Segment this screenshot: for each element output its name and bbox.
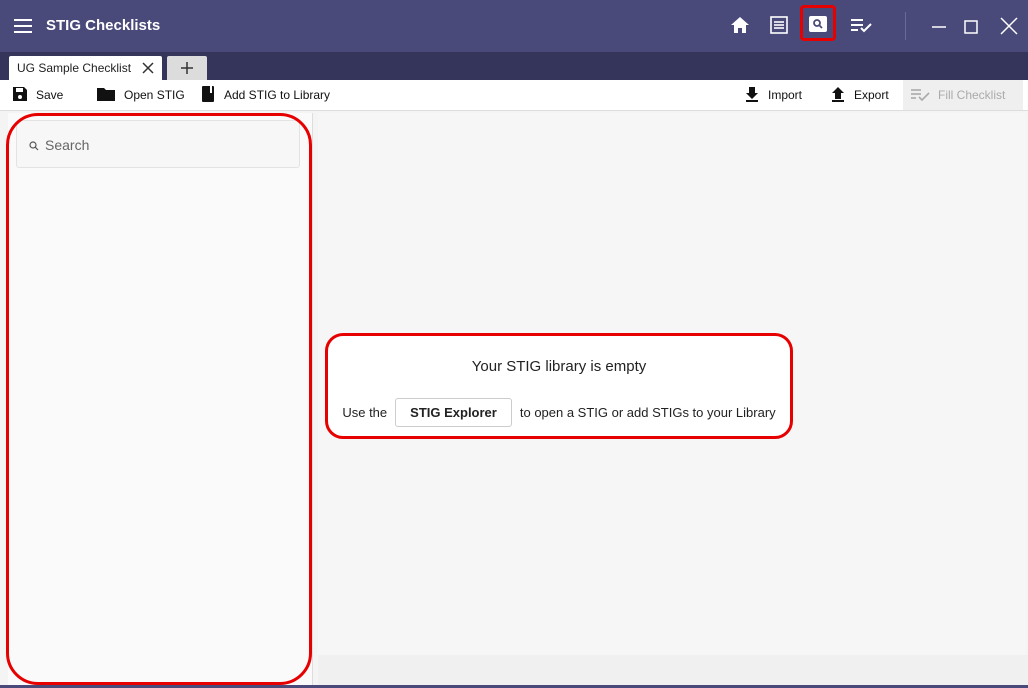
book-icon [200, 85, 216, 106]
search-icon [29, 138, 39, 156]
app-window: STIG Checklists UG Sample Checklist Save… [0, 0, 1028, 688]
title-bar: STIG Checklists [0, 0, 1028, 52]
add-stig-to-library-button[interactable]: Add STIG to Library [200, 85, 331, 106]
stig-explorer-button[interactable]: STIG Explorer [395, 398, 512, 427]
new-tab-button[interactable] [167, 56, 207, 80]
home-icon[interactable] [730, 16, 752, 36]
fill-checklist-icon-small [910, 87, 930, 104]
save-button[interactable]: Save [12, 86, 63, 104]
main-footer [318, 655, 1028, 685]
titlebar-divider [905, 12, 906, 40]
hamburger-menu-icon[interactable] [14, 16, 36, 36]
stig-library-sidebar [8, 113, 313, 685]
open-stig-label: Open STIG [124, 88, 185, 102]
save-icon [12, 86, 28, 105]
upload-icon [830, 86, 846, 105]
maximize-icon[interactable] [957, 12, 985, 40]
close-window-icon[interactable] [995, 12, 1023, 40]
stig-explorer-icon[interactable] [808, 14, 830, 34]
import-label: Import [768, 88, 803, 102]
fill-checklist-button[interactable]: Fill Checklist [910, 86, 1005, 104]
folder-icon [96, 86, 116, 105]
minimize-icon[interactable] [925, 12, 953, 40]
add-stig-label: Add STIG to Library [224, 88, 331, 102]
tab-label: UG Sample Checklist [17, 61, 132, 75]
toolbar: Save Open STIG Add STIG to Library Impor… [0, 80, 1028, 111]
fill-checklist-icon[interactable] [850, 16, 872, 36]
fill-checklist-label: Fill Checklist [938, 88, 1006, 102]
empty-library-instructions: Use the STIG Explorer to open a STIG or … [328, 398, 790, 427]
export-button[interactable]: Export [830, 86, 889, 104]
search-box[interactable] [16, 120, 300, 168]
tab-ug-sample-checklist[interactable]: UG Sample Checklist [9, 56, 162, 80]
search-input[interactable] [43, 133, 287, 157]
save-label: Save [36, 88, 64, 102]
checklist-list-icon[interactable] [770, 16, 792, 36]
instructions-suffix: to open a STIG or add STIGs to your Libr… [519, 405, 776, 420]
use-the-text: Use the [342, 405, 388, 420]
empty-library-message: Your STIG library is empty Use the STIG … [325, 333, 793, 439]
export-label: Export [854, 88, 889, 102]
tab-bar: UG Sample Checklist [0, 52, 1028, 80]
download-icon [744, 86, 760, 105]
empty-library-title: Your STIG library is empty [471, 358, 647, 375]
import-button[interactable]: Import [744, 86, 802, 104]
app-title: STIG Checklists [46, 17, 161, 34]
open-stig-button[interactable]: Open STIG [96, 86, 185, 104]
close-tab-icon[interactable] [141, 61, 155, 75]
